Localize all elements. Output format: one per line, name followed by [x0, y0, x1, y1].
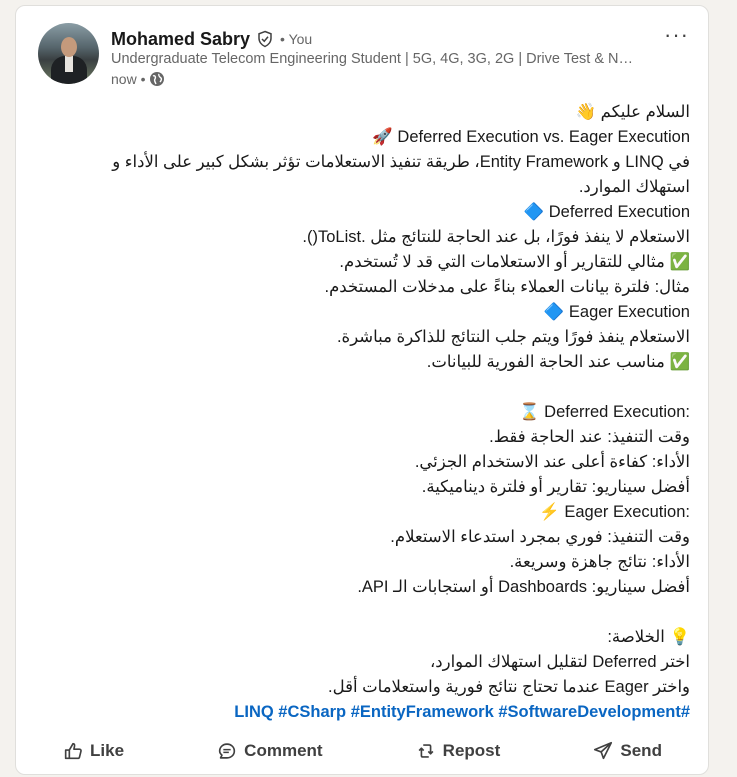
comment-bubble-icon: [219, 743, 236, 759]
post-line: وقت التنفيذ: فوري بمجرد استدعاء الاستعلا…: [390, 528, 690, 546]
post-line: الاستعلام لا ينفذ فورًا، بل عند الحاجة ل…: [302, 228, 690, 246]
post-line: وقت التنفيذ: عند الحاجة فقط.: [489, 428, 690, 446]
post-line: أفضل سيناريو: Dashboards أو استجابات الـ…: [357, 578, 690, 596]
post-line: ✅ مثالي للتقارير أو الاستعلامات التي قد …: [339, 253, 690, 271]
author-headline: Undergraduate Telecom Engineering Studen…: [111, 51, 634, 67]
like-button[interactable]: Like: [62, 740, 124, 762]
post-line: السلام عليكم 👋: [575, 103, 691, 121]
post-line: واختر Eager عندما تحتاج نتائج فورية واست…: [328, 678, 690, 696]
post-line: 🚀 Deferred Execution vs. Eager Execution: [372, 128, 690, 146]
post-line: الأداء: نتائج جاهزة وسريعة.: [509, 553, 690, 571]
post-line: أفضل سيناريو: تقارير أو فلترة ديناميكية.: [421, 478, 690, 496]
post-line: مثال: فلترة بيانات العملاء بناءً على مدخ…: [324, 278, 690, 296]
post-card: Mohamed Sabry • You Undergraduate Teleco…: [15, 5, 709, 775]
thumbs-up-icon: [64, 742, 82, 760]
more-options-icon[interactable]: ···: [664, 22, 689, 48]
post-line: 💡 الخلاصة:: [607, 628, 690, 646]
author-row: Mohamed Sabry • You: [111, 28, 312, 50]
post-line: الأداء: كفاءة أعلى عند الاستخدام الجزئي.: [414, 453, 690, 471]
like-label: Like: [90, 741, 125, 760]
send-button[interactable]: Send: [592, 740, 662, 762]
repost-button[interactable]: Repost: [415, 740, 501, 762]
avatar[interactable]: [38, 23, 99, 84]
post-time: now •: [111, 71, 146, 87]
author-name[interactable]: Mohamed Sabry: [111, 29, 250, 50]
repost-label: Repost: [442, 741, 501, 760]
send-icon: [594, 741, 613, 760]
post-line: استهلاك الموارد.: [578, 178, 690, 196]
send-label: Send: [620, 741, 662, 760]
hashtags[interactable]: LINQ #CSharp #EntityFramework #SoftwareD…: [56, 700, 690, 725]
comment-label: Comment: [244, 741, 323, 760]
comment-button[interactable]: Comment: [216, 740, 323, 762]
post-line: ⌛ Deferred Execution:: [519, 403, 690, 421]
connection-degree: • You: [280, 31, 313, 47]
post-body: السلام عليكم 👋 🚀 Deferred Execution vs. …: [56, 100, 690, 725]
action-bar: Like Comment Repost Send: [16, 735, 708, 767]
post-line: في LINQ و Entity Framework، طريقة تنفيذ …: [112, 153, 690, 171]
post-line: الاستعلام ينفذ فورًا ويتم جلب النتائج لل…: [336, 328, 690, 346]
post-line: 🔷 Deferred Execution: [523, 203, 690, 221]
post-line: ⚡ Eager Execution:: [539, 503, 690, 521]
post-line: اختر Deferred لتقليل استهلاك الموارد،: [429, 653, 690, 671]
post-line: ✅ مناسب عند الحاجة الفورية للبيانات.: [426, 353, 690, 371]
post-meta: now •: [111, 71, 165, 87]
verified-shield-icon: [258, 30, 272, 48]
post-line: 🔷 Eager Execution: [543, 303, 690, 321]
repost-icon: [418, 744, 434, 758]
globe-icon: [150, 72, 165, 86]
